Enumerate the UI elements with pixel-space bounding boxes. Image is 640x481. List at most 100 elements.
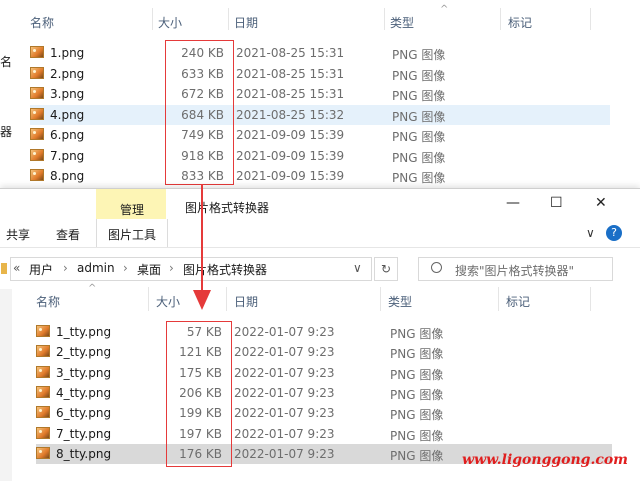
table-row[interactable]: 3_tty.png 175 KB 2022-01-07 9:23 PNG 图像 [36,363,612,383]
file-date: 2022-01-07 9:23 [234,406,335,421]
file-type: PNG 图像 [392,150,446,165]
table-row[interactable]: 8.png 833 KB 2021-09-09 15:39 PNG 图像 [30,166,610,186]
file-date: 2022-01-07 9:23 [234,325,335,339]
address-dropdown-icon[interactable]: ∨ [353,261,362,275]
png-file-icon [36,406,50,419]
top-explorer-window: 名 器 名称 ^ 大小 日期 类型 标记 1.png 240 KB 2021-08-… [0,0,640,188]
png-file-icon [36,446,50,459]
tab-share[interactable]: 共享 [6,226,30,243]
file-type: PNG 图像 [390,408,444,423]
comparison-arrow [193,184,211,310]
table-row[interactable]: 3.png 672 KB 2021-08-25 15:31 PNG 图像 [30,84,610,104]
png-file-icon [30,66,44,79]
bottom-header-name[interactable]: 名称 [36,293,60,310]
png-file-icon [30,87,44,99]
top-header-name[interactable]: 名称 [30,14,54,31]
table-row[interactable]: 2_tty.png 121 KB 2022-01-07 9:23 PNG 图像 [36,342,612,362]
bottom-header-type[interactable]: 类型 [388,293,412,310]
file-name: 1.png [50,46,85,60]
file-date: 2022-01-07 9:23 [234,385,335,400]
file-name: 1_tty.png [56,325,112,339]
file-name: 2_tty.png [56,345,112,360]
png-file-icon [36,325,50,337]
file-name: 6_tty.png [56,406,112,421]
file-name: 3.png [50,87,85,101]
bottom-header-date[interactable]: 日期 [234,293,258,310]
file-name: 8_tty.png [56,446,112,461]
breadcrumb-users[interactable]: 用户 [29,261,53,278]
close-icon[interactable]: ✕ [595,195,607,211]
bottom-size-highlight-box [166,321,232,467]
table-row[interactable]: 4_tty.png 206 KB 2022-01-07 9:23 PNG 图像 [36,383,612,403]
maximize-icon[interactable]: ☐ [550,195,563,211]
sort-arrow-icon: ^ [440,4,449,15]
png-file-icon [36,345,50,358]
file-name: 4_tty.png [56,385,112,400]
file-type: PNG 图像 [392,109,446,124]
png-file-icon [36,426,50,439]
png-file-icon [30,148,44,161]
breadcrumb-sep-icon[interactable]: › [123,261,128,275]
breadcrumb-sep-icon[interactable]: › [63,261,68,275]
file-type: PNG 图像 [390,387,444,402]
file-name: 3_tty.png [56,365,112,380]
minimize-icon[interactable]: — [506,195,520,211]
watermark: www.ligonggong.com [462,452,628,468]
file-type: PNG 图像 [390,448,444,463]
file-type: PNG 图像 [392,48,446,62]
png-file-icon [30,107,44,120]
bottom-header-size[interactable]: 大小 [156,293,180,310]
bottom-explorer-window: 管理 图片格式转换器 — ☐ ✕ 共享 查看 图片工具 ∨ ? « 用户 › a… [0,188,640,481]
file-name: 6.png [50,128,85,142]
file-name: 4.png [50,107,85,122]
breadcrumb-admin[interactable]: admin [77,261,115,275]
help-icon[interactable]: ? [606,225,622,241]
breadcrumb-desktop[interactable]: 桌面 [137,261,161,278]
top-header-date[interactable]: 日期 [234,14,258,31]
file-name: 7_tty.png [56,426,112,441]
file-type: PNG 图像 [390,428,444,443]
tab-picture-tools[interactable]: 图片工具 [108,226,156,243]
table-row[interactable]: 7.png 918 KB 2021-09-09 15:39 PNG 图像 [30,146,610,166]
top-header-tag[interactable]: 标记 [508,14,532,31]
file-date: 2021-08-25 15:31 [236,46,345,60]
ribbon-collapse-icon[interactable]: ∨ [586,226,595,240]
file-date: 2022-01-07 9:23 [234,345,335,360]
top-header-type[interactable]: 类型 [390,14,414,31]
table-row[interactable]: 6_tty.png 199 KB 2022-01-07 9:23 PNG 图像 [36,403,612,423]
context-tab-manage[interactable]: 管理 [120,201,144,218]
file-name: 2.png [50,66,85,81]
sort-arrow-icon: ^ [88,283,97,294]
table-row[interactable]: 6.png 749 KB 2021-09-09 15:39 PNG 图像 [30,125,610,145]
refresh-button[interactable]: ↻ [374,257,398,281]
png-file-icon [30,128,44,140]
table-row[interactable]: 4.png 684 KB 2021-08-25 15:32 PNG 图像 [30,104,610,125]
table-row[interactable]: 1.png 240 KB 2021-08-25 15:31 PNG 图像 [30,43,610,63]
bottom-column-header: ^ 名称 大小 日期 类型 标记 [30,283,640,313]
file-name: 7.png [50,148,85,163]
top-header-size[interactable]: 大小 [158,14,182,31]
ribbon-divider [0,247,640,248]
png-file-icon [30,46,44,58]
file-type: PNG 图像 [390,327,444,341]
nav-pane-strip [0,289,12,481]
table-row[interactable]: 1_tty.png 57 KB 2022-01-07 9:23 PNG 图像 [36,322,612,342]
file-date: 2021-08-25 15:31 [236,66,345,81]
breadcrumb-overflow-icon[interactable]: « [13,261,20,275]
file-type: PNG 图像 [392,130,446,144]
file-date: 2021-09-09 15:39 [236,148,345,163]
file-type: PNG 图像 [392,171,446,185]
left-edge-char-2: 器 [0,125,13,139]
file-name: 8.png [50,169,85,183]
search-input[interactable]: 搜索"图片格式转换器" [455,262,574,279]
tab-view[interactable]: 查看 [56,226,80,243]
file-type: PNG 图像 [392,89,446,103]
search-box[interactable]: 搜索"图片格式转换器" [418,257,613,281]
breadcrumb-sep-icon[interactable]: › [169,261,174,275]
table-row[interactable]: 7_tty.png 197 KB 2022-01-07 9:23 PNG 图像 [36,424,612,444]
bottom-header-tag[interactable]: 标记 [506,293,530,310]
folder-icon [1,263,7,274]
arrow-head [193,290,211,310]
file-date: 2022-01-07 9:23 [234,365,335,380]
table-row[interactable]: 2.png 633 KB 2021-08-25 15:31 PNG 图像 [30,64,610,84]
